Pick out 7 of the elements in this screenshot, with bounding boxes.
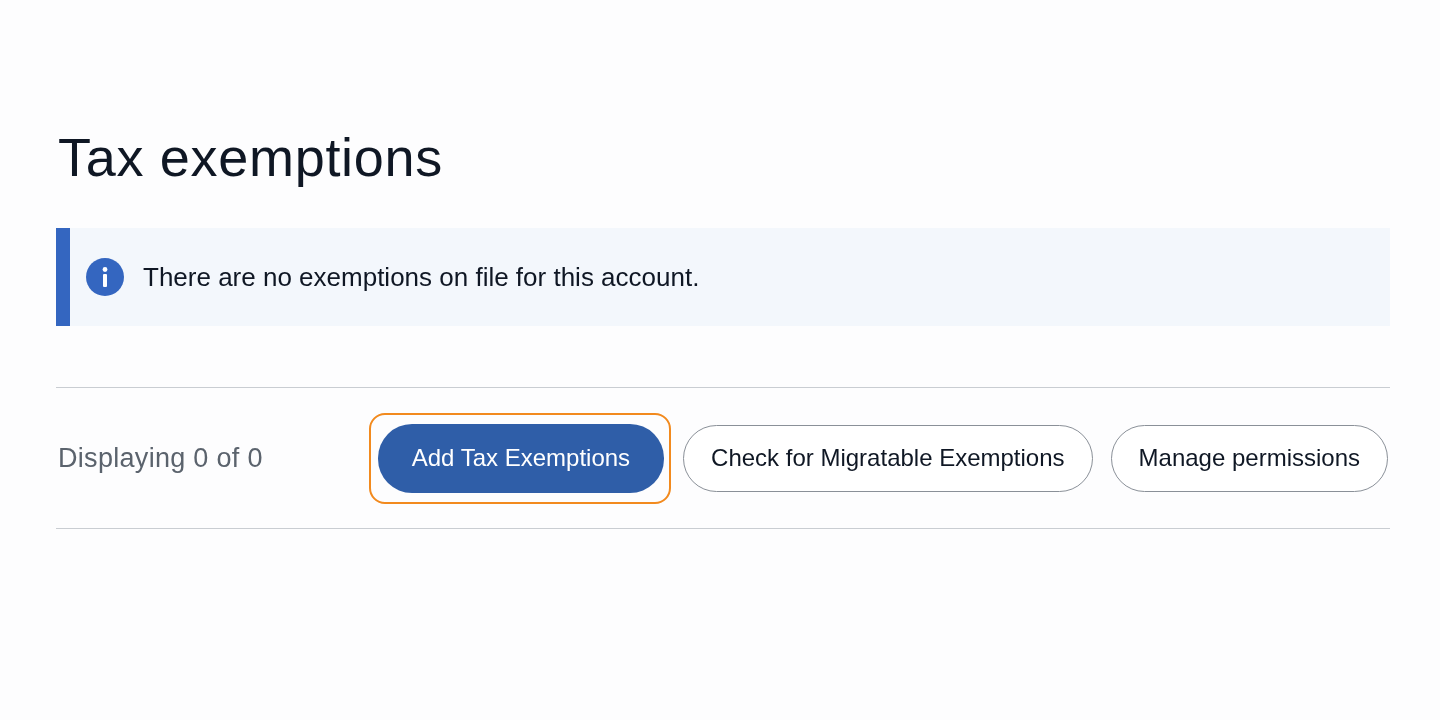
action-button[interactable]: Check for Migratable Exemptions: [683, 424, 1093, 492]
page-title: Tax exemptions: [58, 126, 443, 188]
info-icon: [86, 258, 124, 296]
result-count: Displaying 0 of 0: [58, 442, 263, 474]
banner-message: There are no exemptions on file for this account.: [143, 261, 700, 293]
action-button[interactable]: Manage permissions: [1110, 424, 1388, 492]
add-button[interactable]: Add Tax Exemptions: [377, 423, 665, 493]
